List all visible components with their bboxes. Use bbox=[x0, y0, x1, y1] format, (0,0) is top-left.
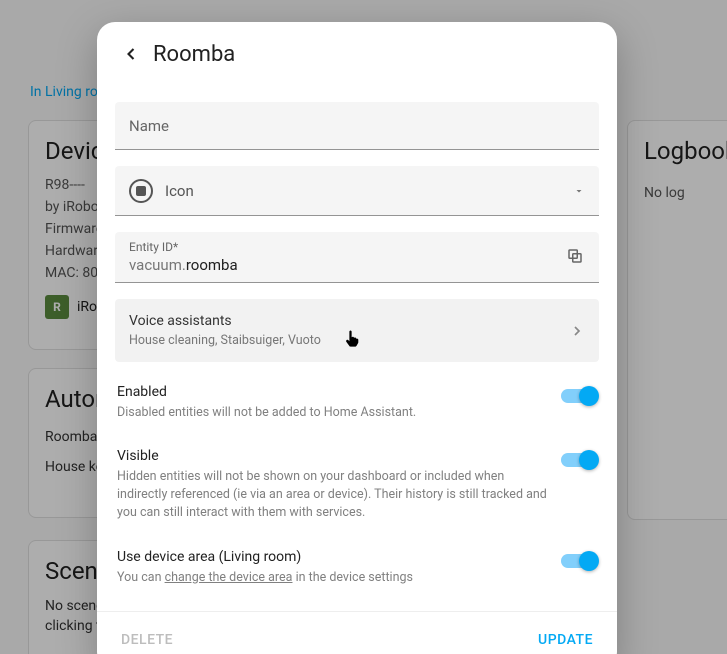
chevron-left-icon bbox=[121, 44, 141, 64]
copy-icon bbox=[566, 247, 584, 265]
chevron-right-icon bbox=[569, 323, 585, 339]
dialog-header: Roomba bbox=[97, 22, 617, 78]
visible-row: Visible Hidden entities will not be show… bbox=[115, 436, 599, 526]
visible-title: Visible bbox=[117, 448, 549, 464]
entity-settings-dialog: Roomba Name Icon Entity ID* vacuum.roomb… bbox=[97, 22, 617, 654]
dialog-actions: DELETE UPDATE bbox=[97, 611, 617, 654]
name-label: Name bbox=[129, 117, 169, 135]
enabled-title: Enabled bbox=[117, 384, 549, 400]
voice-assistants-title: Voice assistants bbox=[129, 313, 321, 329]
use-device-area-title: Use device area (Living room) bbox=[117, 549, 549, 565]
use-device-area-row: Use device area (Living room) You can ch… bbox=[115, 537, 599, 591]
voice-assistants-subtitle: House cleaning, Staibsuiger, Vuoto bbox=[129, 333, 321, 348]
enabled-row: Enabled Disabled entities will not be ad… bbox=[115, 372, 599, 426]
entity-icon-preview bbox=[129, 179, 153, 203]
update-button[interactable]: UPDATE bbox=[536, 628, 595, 652]
copy-entity-id-button[interactable] bbox=[561, 242, 589, 270]
change-device-area-link[interactable]: change the device area bbox=[165, 570, 293, 585]
icon-label: Icon bbox=[165, 182, 194, 200]
voice-assistants-row[interactable]: Voice assistants House cleaning, Staibsu… bbox=[115, 299, 599, 362]
icon-field[interactable]: Icon bbox=[115, 166, 599, 216]
visible-toggle[interactable] bbox=[561, 450, 597, 470]
entity-id-field[interactable]: Entity ID* vacuum.roomba bbox=[115, 232, 599, 283]
delete-button[interactable]: DELETE bbox=[119, 628, 175, 652]
name-field[interactable]: Name bbox=[115, 102, 599, 150]
visible-desc: Hidden entities will not be shown on you… bbox=[117, 468, 549, 522]
back-button[interactable] bbox=[117, 40, 145, 68]
use-device-area-toggle[interactable] bbox=[561, 551, 597, 571]
enabled-toggle[interactable] bbox=[561, 386, 597, 406]
entity-id-value[interactable]: vacuum.roomba bbox=[129, 256, 585, 274]
enabled-desc: Disabled entities will not be added to H… bbox=[117, 404, 549, 422]
hand-cursor-icon bbox=[343, 327, 361, 349]
dialog-title: Roomba bbox=[153, 42, 235, 67]
entity-id-label: Entity ID* bbox=[129, 240, 585, 254]
use-device-area-desc: You can change the device area in the de… bbox=[117, 569, 549, 587]
caret-down-icon bbox=[573, 185, 585, 197]
